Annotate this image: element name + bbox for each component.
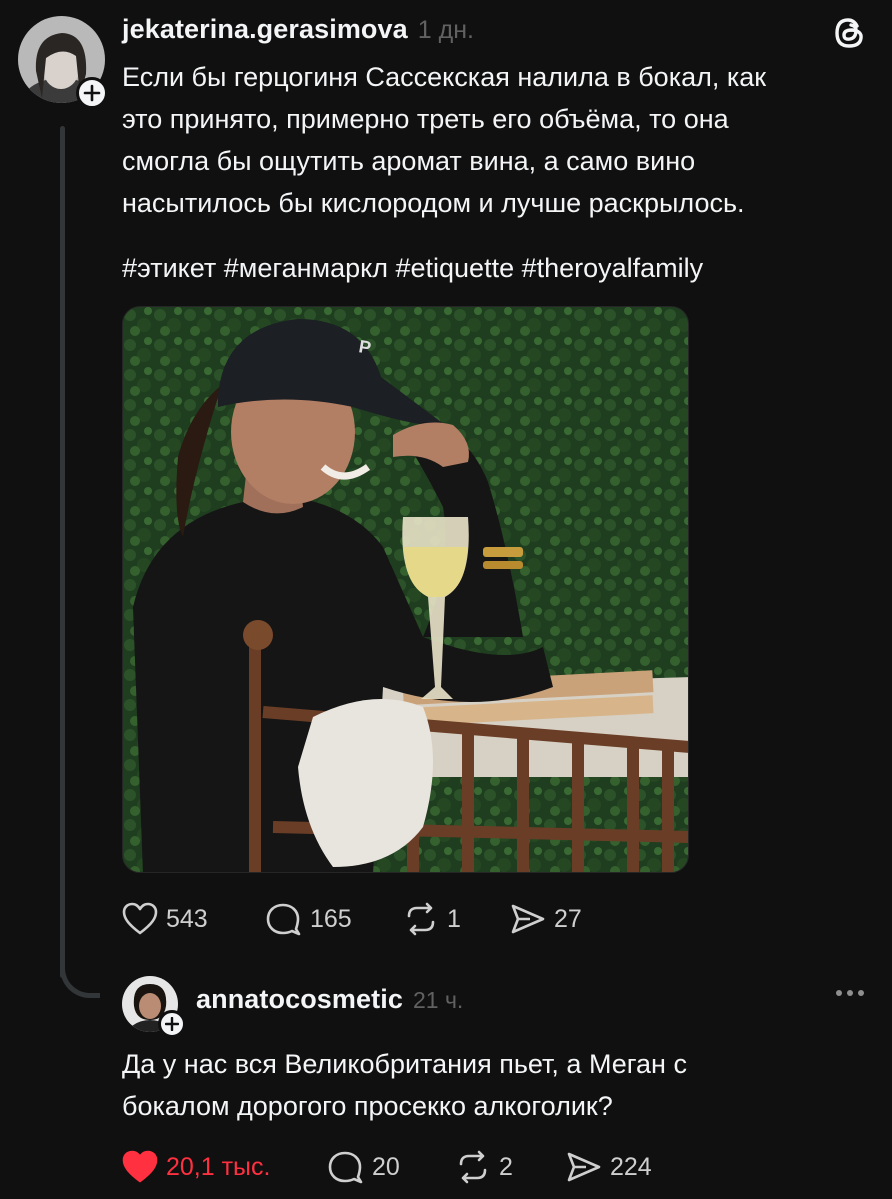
reply-repost-button[interactable]: 2 — [455, 1150, 513, 1184]
post-timestamp: 1 дн. — [417, 16, 474, 44]
post-text-line: смогла бы ощутить аромат вина, а само ви… — [122, 146, 696, 176]
reply-follow-plus-icon[interactable] — [158, 1010, 186, 1038]
send-icon — [510, 902, 546, 936]
post-text-line: это принято, примерно треть его объёма, … — [122, 104, 729, 134]
threads-logo-icon[interactable] — [830, 14, 868, 52]
post-hashtags[interactable]: #этикет #меганмаркл #etiquette #theroyal… — [122, 250, 703, 286]
more-dots-icon[interactable] — [836, 990, 864, 996]
share-button[interactable]: 27 — [510, 902, 582, 936]
reply-like-count: 20,1 тыс. — [166, 1152, 271, 1181]
post-body-text: Если бы герцогиня Сассекская налила в бо… — [122, 56, 872, 224]
reply-text-line: бокалом дорогого просекко алкоголик? — [122, 1091, 613, 1121]
reply-comment-button[interactable]: 20 — [328, 1150, 400, 1184]
reply-header: annatocosmetic 21 ч. — [196, 984, 463, 1020]
reply-like-button[interactable]: 20,1 тыс. — [122, 1150, 270, 1184]
post-text-line: Если бы герцогиня Сассекская налила в бо… — [122, 62, 767, 92]
comment-count: 165 — [310, 904, 352, 933]
reply-comment-count: 20 — [372, 1152, 400, 1181]
repost-icon — [403, 902, 439, 936]
comment-button[interactable]: 165 — [266, 902, 352, 936]
reply-repost-count: 2 — [499, 1152, 513, 1181]
post-header: jekaterina.gerasimova 1 дн. — [122, 14, 474, 50]
send-icon — [566, 1150, 602, 1184]
follow-plus-icon[interactable] — [76, 77, 108, 109]
speech-bubble-icon — [328, 1150, 364, 1184]
thread-connector-curve — [60, 958, 100, 998]
reply-body-text: Да у нас вся Великобритания пьет, а Мега… — [122, 1043, 862, 1127]
share-count: 27 — [554, 904, 582, 933]
thread-connector-line — [60, 126, 65, 978]
post-username[interactable]: jekaterina.gerasimova — [122, 14, 408, 45]
post-text-line: насытилось бы кислородом и лучше раскрыл… — [122, 188, 745, 218]
repost-icon — [455, 1150, 491, 1184]
speech-bubble-icon — [266, 902, 302, 936]
photo-illustration: P — [123, 307, 688, 872]
post-photo[interactable]: P — [122, 306, 689, 873]
repost-button[interactable]: 1 — [403, 902, 461, 936]
reply-username[interactable]: annatocosmetic — [196, 984, 403, 1015]
reply-text-line: Да у нас вся Великобритания пьет, а Мега… — [122, 1049, 687, 1079]
reply-timestamp: 21 ч. — [412, 987, 464, 1013]
like-button[interactable]: 543 — [122, 902, 208, 936]
reply-share-button[interactable]: 224 — [566, 1150, 652, 1184]
heart-filled-icon — [122, 1150, 158, 1184]
heart-icon — [122, 902, 158, 936]
repost-count: 1 — [447, 904, 461, 933]
reply-share-count: 224 — [610, 1152, 652, 1181]
like-count: 543 — [166, 904, 208, 933]
